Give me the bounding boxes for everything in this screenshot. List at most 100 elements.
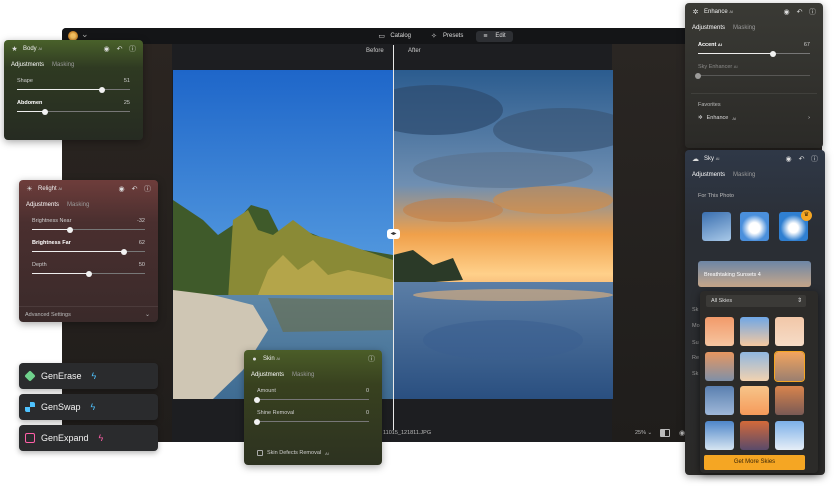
tab-masking[interactable]: Masking	[67, 202, 89, 208]
tab-adjustments[interactable]: Adjustments	[251, 372, 284, 378]
panel-title: Relight AI	[38, 186, 63, 192]
accent-slider[interactable]: Accent AI 67	[685, 39, 823, 61]
sky-thumbnail[interactable]	[740, 352, 769, 381]
panel-tabs: Adjustments Masking	[685, 168, 825, 181]
tab-masking[interactable]: Masking	[52, 62, 74, 68]
shape-slider[interactable]: Shape 51	[4, 75, 143, 97]
slider-knob[interactable]	[695, 72, 701, 79]
sky-suggestion-tile[interactable]	[740, 212, 769, 241]
tab-edit[interactable]: ≡ Edit	[476, 30, 513, 42]
after-label: After	[408, 48, 421, 54]
enhance-sparkle-icon: ✲	[692, 9, 699, 16]
tab-adjustments[interactable]: Adjustments	[692, 25, 725, 31]
visibility-eye-icon[interactable]: ◉	[117, 185, 126, 193]
tab-adjustments[interactable]: Adjustments	[692, 172, 725, 178]
before-label: Before	[366, 48, 384, 54]
relight-sun-icon: ☀	[26, 186, 33, 193]
amount-slider[interactable]: Amount 0	[244, 385, 382, 407]
info-icon[interactable]: ⓘ	[128, 44, 137, 54]
cloud-icon: ☁	[692, 156, 699, 163]
sky-thumbnail-selected[interactable]	[774, 351, 805, 382]
featured-sky-pack[interactable]: Breathtaking Sunsets 4	[698, 261, 811, 287]
brightness-far-slider[interactable]: Brightness Far 62	[19, 237, 158, 259]
divider-handle-icon[interactable]: ◂▸	[387, 229, 400, 239]
panel-header: ✲ Enhance AI ◉ ↶ ⓘ	[685, 3, 823, 21]
genexpand-button[interactable]: GenExpand ϟ	[19, 425, 158, 451]
tab-masking[interactable]: Masking	[292, 372, 314, 378]
body-panel: ★ Body AI ◉ ↶ ⓘ Adjustments Masking Shap…	[4, 40, 143, 140]
visibility-eye-icon[interactable]: ◉	[784, 155, 793, 163]
generase-button[interactable]: GenErase ϟ	[19, 363, 158, 389]
sky-category-select[interactable]: All Skies ⇕	[706, 295, 806, 307]
zoom-select[interactable]: 25% ⌄	[635, 430, 652, 436]
panel-title: Enhance AI	[704, 9, 734, 15]
tab-adjustments[interactable]: Adjustments	[11, 62, 44, 68]
panel-tabs: Adjustments Masking	[244, 368, 382, 381]
slider-knob[interactable]	[254, 396, 260, 403]
edit-sliders-icon: ≡	[483, 32, 488, 40]
tab-masking[interactable]: Masking	[733, 25, 755, 31]
slider-knob[interactable]	[120, 248, 127, 255]
panel-header: ★ Body AI ◉ ↶ ⓘ	[4, 40, 143, 58]
slider-knob[interactable]	[85, 270, 92, 277]
sky-thumbnail[interactable]	[705, 386, 734, 415]
panel-title: Sky AI	[704, 156, 720, 162]
relight-panel: ☀ Relight AI ◉ ↶ ⓘ Adjustments Masking B…	[19, 180, 158, 322]
abdomen-slider[interactable]: Abdomen 25	[4, 97, 143, 119]
tab-label: Catalog	[390, 33, 411, 39]
enhance-sparkle-icon: ✲	[698, 115, 703, 121]
sky-thumbnail[interactable]	[740, 317, 769, 346]
reset-icon[interactable]: ↶	[115, 45, 124, 53]
checkbox-icon[interactable]	[257, 450, 263, 456]
slider-knob[interactable]	[98, 86, 105, 93]
tab-presets[interactable]: ✧ Presets	[424, 31, 470, 42]
slider-knob[interactable]	[254, 418, 260, 425]
reset-icon[interactable]: ↶	[797, 155, 806, 163]
swap-icon	[25, 402, 35, 412]
sky-library-dropdown: All Skies ⇕ Get More Skies	[700, 291, 818, 473]
reset-icon[interactable]: ↶	[130, 185, 139, 193]
info-icon[interactable]: ⓘ	[808, 7, 817, 17]
skin-defects-checkbox[interactable]: Skin Defects Removal AI	[257, 450, 329, 456]
slider-knob[interactable]	[770, 50, 777, 57]
sky-enhancer-slider[interactable]: Sky Enhancer AI	[685, 61, 823, 83]
panel-tabs: Adjustments Masking	[685, 21, 823, 34]
visibility-eye-icon[interactable]: ◉	[782, 8, 791, 16]
slider-knob[interactable]	[42, 108, 49, 115]
visibility-eye-icon[interactable]: ◉	[102, 45, 111, 53]
back-arrow-icon[interactable]: ⌄	[81, 29, 89, 40]
sky-thumbnail[interactable]	[775, 421, 804, 450]
sky-thumbnail[interactable]	[740, 386, 769, 415]
sky-thumbnail[interactable]	[775, 386, 804, 415]
chevron-updown-icon: ⇕	[796, 298, 802, 304]
favorite-enhance-item[interactable]: ✲ Enhance AI ›	[685, 115, 823, 121]
shine-removal-slider[interactable]: Shine Removal 0	[244, 407, 382, 429]
genswap-button[interactable]: GenSwap ϟ	[19, 394, 158, 420]
sparkle-icon: ϟ	[98, 433, 104, 443]
compare-toggle-icon[interactable]	[660, 429, 670, 437]
brightness-near-slider[interactable]: Brightness Near -32	[19, 215, 158, 237]
get-more-skies-button[interactable]: Get More Skies	[704, 455, 805, 470]
info-icon[interactable]: ⓘ	[143, 184, 152, 194]
reset-icon[interactable]: ↶	[795, 8, 804, 16]
slider-knob[interactable]	[67, 226, 74, 233]
tab-catalog[interactable]: ▭ Catalog	[371, 31, 418, 42]
chevron-down-icon: ⌄	[144, 312, 150, 318]
advanced-settings-toggle[interactable]: Advanced Settings ⌄	[19, 306, 158, 322]
sky-thumbnail[interactable]	[705, 317, 734, 346]
info-icon[interactable]: ⓘ	[367, 354, 376, 364]
chevron-right-icon: ›	[808, 115, 810, 121]
tab-masking[interactable]: Masking	[733, 172, 755, 178]
tab-adjustments[interactable]: Adjustments	[26, 202, 59, 208]
sky-thumbnail[interactable]	[705, 421, 734, 450]
sky-thumbnail[interactable]	[740, 421, 769, 450]
expand-icon	[25, 433, 35, 443]
tab-label: Presets	[443, 33, 464, 39]
file-name: 11015_121811.JPG	[383, 430, 432, 436]
sky-thumbnail[interactable]	[775, 317, 804, 346]
depth-slider[interactable]: Depth 50	[19, 259, 158, 281]
sky-thumbnail[interactable]	[705, 352, 734, 381]
sky-suggestion-tile[interactable]	[702, 212, 731, 241]
panel-header: ☀ Relight AI ◉ ↶ ⓘ	[19, 180, 158, 198]
info-icon[interactable]: ⓘ	[810, 154, 819, 164]
